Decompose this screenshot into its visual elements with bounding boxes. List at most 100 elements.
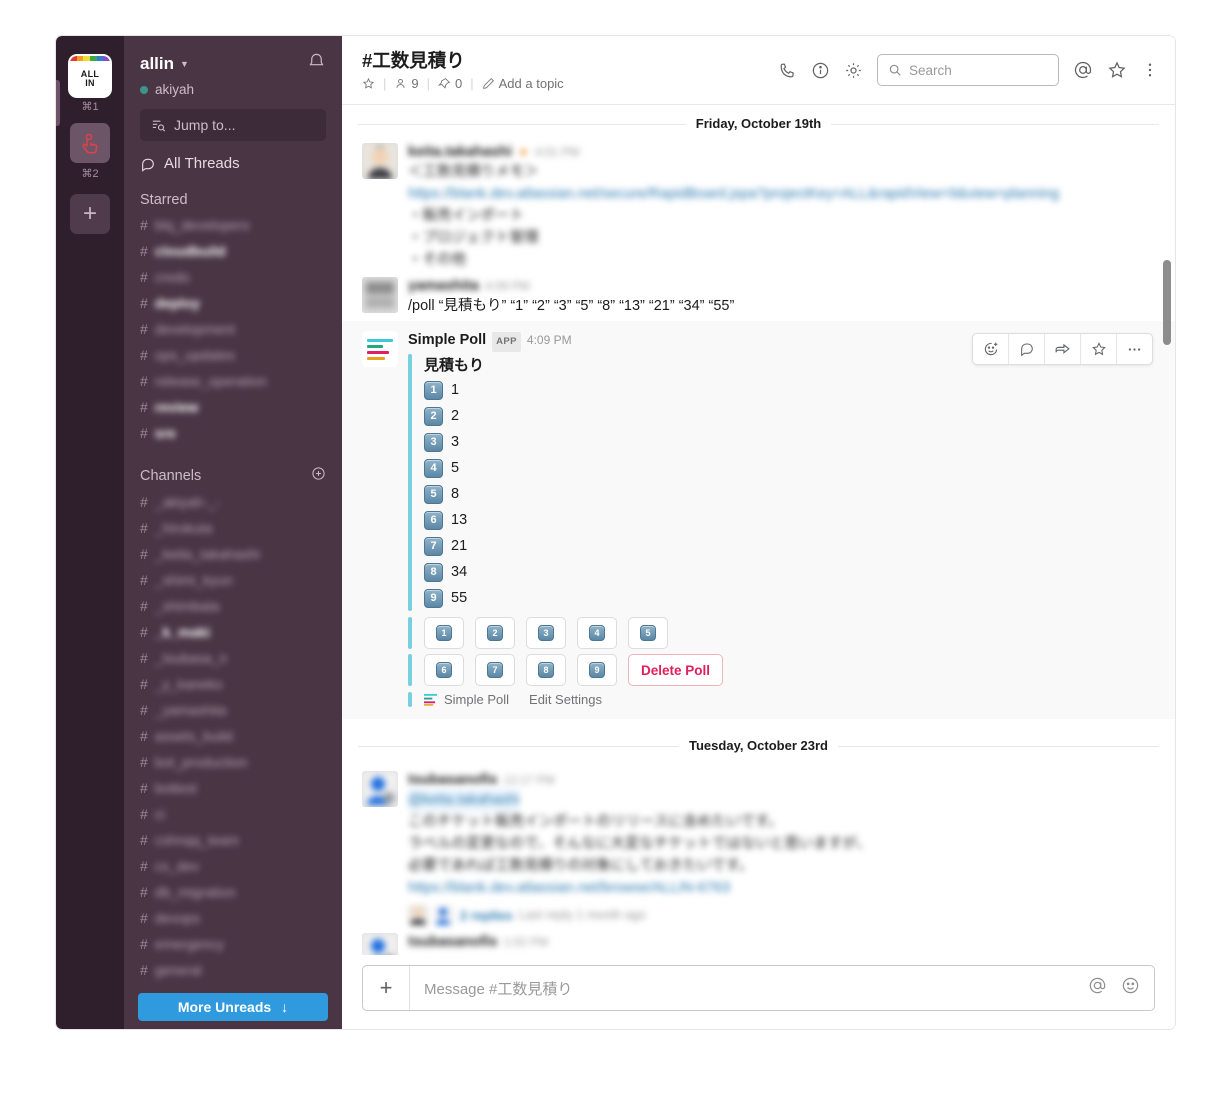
add-channel-icon[interactable] xyxy=(311,466,326,485)
vote-button-5[interactable]: 5 xyxy=(628,617,668,649)
sidebar-item-channel-18[interactable]: # general xyxy=(124,957,342,983)
starred-items-button[interactable] xyxy=(1107,60,1127,80)
channel-name: deploy xyxy=(154,295,200,311)
sidebar-item-channel-6[interactable]: # _tsubasa_n xyxy=(124,645,342,671)
vote-button-9[interactable]: 9 xyxy=(577,654,617,686)
sidebar-item-channel-1[interactable]: # _hirokuta xyxy=(124,515,342,541)
starred-section-header[interactable]: Starred xyxy=(140,192,326,208)
share-message-button[interactable] xyxy=(1045,334,1081,364)
mentions-button[interactable] xyxy=(1073,60,1093,80)
workspace-allin[interactable]: ALL IN ⌘1 xyxy=(56,56,124,113)
search-input[interactable]: Search xyxy=(877,54,1059,86)
vote-button-6[interactable]: 6 xyxy=(424,654,464,686)
plus-icon[interactable]: + xyxy=(70,194,110,234)
channel-name: sre xyxy=(154,425,176,441)
user-presence-row[interactable]: akiyah xyxy=(140,82,326,97)
vote-button-3[interactable]: 3 xyxy=(526,617,566,649)
add-topic-button[interactable]: Add a topic xyxy=(482,76,564,91)
sidebar-item-starred-5[interactable]: # ops_updates xyxy=(124,342,342,368)
message-author[interactable]: tsubasanofis xyxy=(408,933,497,951)
edit-settings-button[interactable]: Edit Settings xyxy=(529,692,602,707)
message-list[interactable]: Friday, October 19th keita.takahashi ★ 4… xyxy=(342,105,1175,955)
vote-button-1[interactable]: 1 xyxy=(424,617,464,649)
message-input[interactable]: Message #工数見積り xyxy=(410,978,1088,999)
avatar[interactable] xyxy=(362,277,398,313)
pins-count[interactable]: 0 xyxy=(438,76,462,91)
sidebar-item-channel-16[interactable]: # devops xyxy=(124,905,342,931)
emoji-icon xyxy=(1122,977,1139,994)
channel-name: blq_developers xyxy=(154,217,250,233)
sidebar-item-channel-4[interactable]: # _shimbata xyxy=(124,593,342,619)
sidebar-item-channel-5[interactable]: # _k_maki xyxy=(124,619,342,645)
sidebar-item-channel-11[interactable]: # bottest xyxy=(124,775,342,801)
vote-button-4[interactable]: 4 xyxy=(577,617,617,649)
sidebar-item-starred-2[interactable]: # credo xyxy=(124,264,342,290)
delete-poll-button[interactable]: Delete Poll xyxy=(628,654,724,686)
sidebar-item-channel-17[interactable]: # emergency xyxy=(124,931,342,957)
emoji-button[interactable] xyxy=(1121,976,1140,1000)
message-composer[interactable]: + Message #工数見積り xyxy=(362,965,1155,1011)
team-menu-button[interactable]: allin ▼ xyxy=(140,54,189,74)
sidebar-item-channel-15[interactable]: # db_migration xyxy=(124,879,342,905)
add-attachment-button[interactable]: + xyxy=(363,966,410,1010)
call-button[interactable] xyxy=(778,61,797,80)
star-channel-button[interactable] xyxy=(362,77,375,90)
sidebar-item-channel-9[interactable]: # assets_build xyxy=(124,723,342,749)
sidebar-item-all-threads[interactable]: All Threads xyxy=(140,155,326,172)
avatar[interactable] xyxy=(362,331,398,367)
sidebar-item-channel-2[interactable]: # _keita_takahashi xyxy=(124,541,342,567)
avatar[interactable] xyxy=(362,933,398,955)
channel-info-button[interactable] xyxy=(811,61,830,80)
add-workspace-button[interactable]: + xyxy=(56,190,124,234)
sidebar-item-channel-3[interactable]: # _shimi_kyun xyxy=(124,567,342,593)
sidebar-item-starred-0[interactable]: # blq_developers xyxy=(124,212,342,238)
channel-name: emergency xyxy=(154,936,225,952)
thread-replies-bar[interactable]: 2 replies Last reply 1 month ago xyxy=(408,905,1155,925)
avatar[interactable] xyxy=(362,771,398,807)
vote-button-8[interactable]: 8 xyxy=(526,654,566,686)
message-mention[interactable]: @keita.takahashi xyxy=(408,789,520,811)
notifications-bell-icon[interactable] xyxy=(307,52,326,76)
more-actions-button[interactable] xyxy=(1117,334,1152,364)
message-author[interactable]: tsubasanofis xyxy=(408,771,497,789)
sidebar-item-channel-12[interactable]: # ci xyxy=(124,801,342,827)
avatar[interactable] xyxy=(362,143,398,179)
sidebar-item-starred-3[interactable]: # deploy xyxy=(124,290,342,316)
team-row[interactable]: allin ▼ xyxy=(140,52,326,76)
message-link[interactable]: https://blank.dev.atlassian.net/browse/A… xyxy=(408,877,1155,899)
sidebar-item-starred-7[interactable]: # review xyxy=(124,394,342,420)
channel-settings-button[interactable] xyxy=(844,61,863,80)
jump-to-button[interactable]: Jump to... xyxy=(140,109,326,141)
sidebar-item-starred-6[interactable]: # release_operation xyxy=(124,368,342,394)
message-link[interactable]: https://blank.dev.atlassian.net/secure/R… xyxy=(408,183,1155,205)
sidebar-item-starred-4[interactable]: # development xyxy=(124,316,342,342)
sidebar-item-starred-8[interactable]: # sre xyxy=(124,420,342,446)
channels-section-header[interactable]: Channels xyxy=(140,466,326,485)
more-options-button[interactable] xyxy=(1141,61,1159,79)
allin-logo-icon[interactable]: ALL IN xyxy=(70,56,110,96)
message-author[interactable]: Simple Poll xyxy=(408,331,486,349)
vote-button-7[interactable]: 7 xyxy=(475,654,515,686)
sidebar-item-channel-8[interactable]: # _yamashita xyxy=(124,697,342,723)
sidebar-item-channel-7[interactable]: # _y_kaneko xyxy=(124,671,342,697)
active-workspace-indicator xyxy=(56,80,60,126)
sidebar-item-channel-14[interactable]: # cs_dev xyxy=(124,853,342,879)
mention-button[interactable] xyxy=(1088,976,1107,1000)
message-author[interactable]: yamashita xyxy=(408,277,479,295)
vote-button-2[interactable]: 2 xyxy=(475,617,515,649)
message-hover-actions[interactable] xyxy=(972,333,1153,365)
hand-pointer-icon[interactable] xyxy=(70,123,110,163)
start-thread-button[interactable] xyxy=(1009,334,1045,364)
members-count[interactable]: 9 xyxy=(394,76,419,91)
star-message-button[interactable] xyxy=(1081,334,1117,364)
reply-count[interactable]: 2 replies xyxy=(460,908,513,923)
add-reaction-button[interactable] xyxy=(973,334,1009,364)
sidebar-item-channel-13[interactable]: # cshnqq_team xyxy=(124,827,342,853)
message-author[interactable]: keita.takahashi xyxy=(408,143,512,161)
sidebar-item-channel-0[interactable]: # _akiyah-_- xyxy=(124,489,342,515)
message-scrollbar[interactable] xyxy=(1163,260,1171,345)
more-unreads-button[interactable]: More Unreads ↓ xyxy=(138,993,328,1021)
sidebar-item-channel-10[interactable]: # bot_production xyxy=(124,749,342,775)
workspace-touch[interactable]: ⌘2 xyxy=(56,123,124,180)
sidebar-item-starred-1[interactable]: # cloudbuild xyxy=(124,238,342,264)
